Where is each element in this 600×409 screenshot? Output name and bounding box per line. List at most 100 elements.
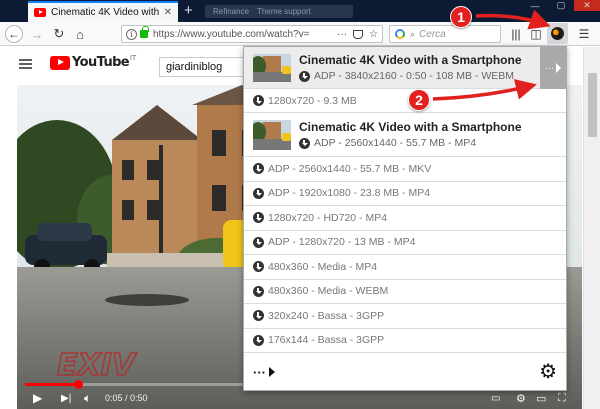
library-icon[interactable]: ||| [508,26,524,42]
video-downloadhelper-icon [551,27,564,40]
home-icon: ⌂ [76,26,84,42]
sidebar-icon[interactable]: ◫ [528,26,544,42]
minimize-button[interactable]: — [522,0,548,11]
download-icon [253,285,264,297]
home-button[interactable]: ⌂ [71,25,89,43]
arrow-left-icon: ← [8,27,20,41]
search-magnifier-icon: ⌕ [410,28,416,39]
settings-gear-icon: ⚙ [516,392,526,405]
fullscreen-icon: ⛶ [558,391,566,404]
thumbnail-image [253,119,291,150]
download-icon [253,163,264,175]
tab-bar: Cinematic 4K Video with a Sma ✕ + Refina… [0,0,600,22]
forward-button[interactable]: → [28,25,46,43]
youtube-menu-icon[interactable] [19,59,32,69]
youtube-play-icon [50,55,70,70]
background-tab-label: Refinance [213,7,250,16]
menu-icon[interactable]: ☰ [576,26,592,42]
more-options-button[interactable]: ··· [253,365,275,380]
play-button[interactable]: ▶ [33,390,42,406]
settings-gear-icon: ⚙ [539,361,557,383]
download-item-label: 320x240 - Bassa - 3GPP [268,309,385,322]
download-item-with-thumbnail[interactable]: Cinematic 4K Video with a Smartphone ADP… [244,113,566,157]
pocket-icon[interactable] [353,29,364,39]
popup-footer: ··· ⚙ [244,353,566,390]
video-progress-fill [25,383,78,386]
download-icon [253,310,264,322]
download-item[interactable]: ADP - 1280x720 - 13 MB - MP4 [244,231,566,255]
download-item[interactable]: 1280x720 - HD720 - MP4 [244,206,566,231]
download-item[interactable]: 480x360 - Media - WEBM [244,280,566,304]
download-icon [253,95,264,106]
youtube-logo-text: YouTube [72,55,130,70]
volume-button[interactable]: 🔈︎ [84,390,91,406]
youtube-region: IT [130,55,137,62]
download-icon [253,187,264,199]
download-item-label: 1280x720 - HD720 - MP4 [268,211,388,224]
more-actions-label: ··· [545,63,554,73]
youtube-favicon-icon [34,8,46,17]
youtube-logo[interactable]: YouTube IT [50,55,136,70]
tab-close-icon[interactable]: ✕ [164,7,172,18]
search-placeholder: Cerca [419,28,446,40]
subtitles-button[interactable]: ▭ [491,390,500,406]
url-text[interactable]: https://www.youtube.com/watch?v= [153,29,337,40]
download-item[interactable]: 176x144 - Bassa - 3GPP [244,329,566,353]
miniplayer-icon: ▭ [536,392,547,405]
video-downloadhelper-popup: Cinematic 4K Video with a Smartphone ADP… [243,46,567,391]
download-item-label: ADP - 2560x1440 - 55.7 MB - MKV [268,162,432,175]
download-item[interactable]: 320x240 - Bassa - 3GPP [244,304,566,329]
download-icon [253,212,264,224]
fullscreen-button[interactable]: ⛶ [558,390,566,406]
chevron-right-icon [556,63,561,73]
download-item-label: 480x360 - Media - MP4 [268,260,378,273]
new-tab-button[interactable]: + [184,1,193,21]
next-button[interactable]: ▶| [61,390,71,406]
download-item[interactable]: 1280x720 - 9.3 MB [244,89,566,113]
page-actions-button[interactable]: ··· [337,29,347,40]
youtube-search-input[interactable]: giardiniblog [159,57,255,77]
background-tabs[interactable]: Refinance Theme support [205,5,353,18]
page-scrollbar[interactable] [583,47,600,409]
maximize-button[interactable]: ▢ [548,0,574,11]
volume-icon: 🔈︎ [84,390,92,405]
tab-youtube[interactable]: Cinematic 4K Video with a Sma ✕ [28,1,178,22]
more-actions-button[interactable]: ··· [540,47,566,89]
chevron-right-icon [269,367,275,377]
close-window-button[interactable]: ✕ [574,0,600,11]
download-item[interactable]: ADP - 1920x1080 - 23.8 MB - MP4 [244,182,566,206]
youtube-search-value: giardiniblog [166,61,223,73]
download-icon [253,334,264,346]
download-icon [253,261,264,273]
video-thumbnail [253,119,291,150]
search-bar[interactable]: ⌕ Cerca [389,25,501,43]
annotation-badge-1: 1 [450,6,472,28]
download-item-title: Cinematic 4K Video with a Smartphone [299,53,522,67]
video-controls: ▶ ▶| 🔈︎ 0:05 / 0:50 ▭ ⚙ ▭ ⛶ [17,388,582,409]
settings-button[interactable]: ⚙ [539,362,557,382]
info-icon[interactable]: i [126,28,137,40]
download-item[interactable]: 480x360 - Media - MP4 [244,255,566,280]
bookmark-star-icon[interactable]: ☆ [369,29,378,40]
video-downloadhelper-button[interactable] [547,23,568,44]
video-thumbnail [253,53,291,82]
download-item[interactable]: ADP - 2560x1440 - 55.7 MB - MKV [244,157,566,182]
settings-button[interactable]: ⚙ [516,390,526,406]
miniplayer-button[interactable]: ▭ [536,390,546,406]
video-time: 0:05 / 0:50 [105,393,148,403]
download-item-top[interactable]: Cinematic 4K Video with a Smartphone ADP… [244,47,566,89]
download-item-label: 480x360 - Media - WEBM [268,285,389,298]
url-bar[interactable]: i https://www.youtube.com/watch?v= ··· ☆ [121,25,383,43]
google-icon [395,29,405,39]
tab-title: Cinematic 4K Video with a Sma [51,7,160,18]
download-item-meta: ADP - 3840x2160 - 0:50 - 108 MB - WEBM [314,70,514,82]
back-button[interactable]: ← [5,25,23,43]
scrollbar-thumb[interactable] [588,73,597,137]
reload-button[interactable]: ↻ [50,25,68,43]
annotation-badge-2: 2 [408,89,430,111]
lock-icon [140,26,149,38]
navigation-bar: ← → ↻ ⌂ i https://www.youtube.com/watch?… [0,22,600,46]
download-icon [253,236,264,248]
download-item-label: 176x144 - Bassa - 3GPP [268,334,385,347]
arrow-right-icon: → [30,26,44,42]
